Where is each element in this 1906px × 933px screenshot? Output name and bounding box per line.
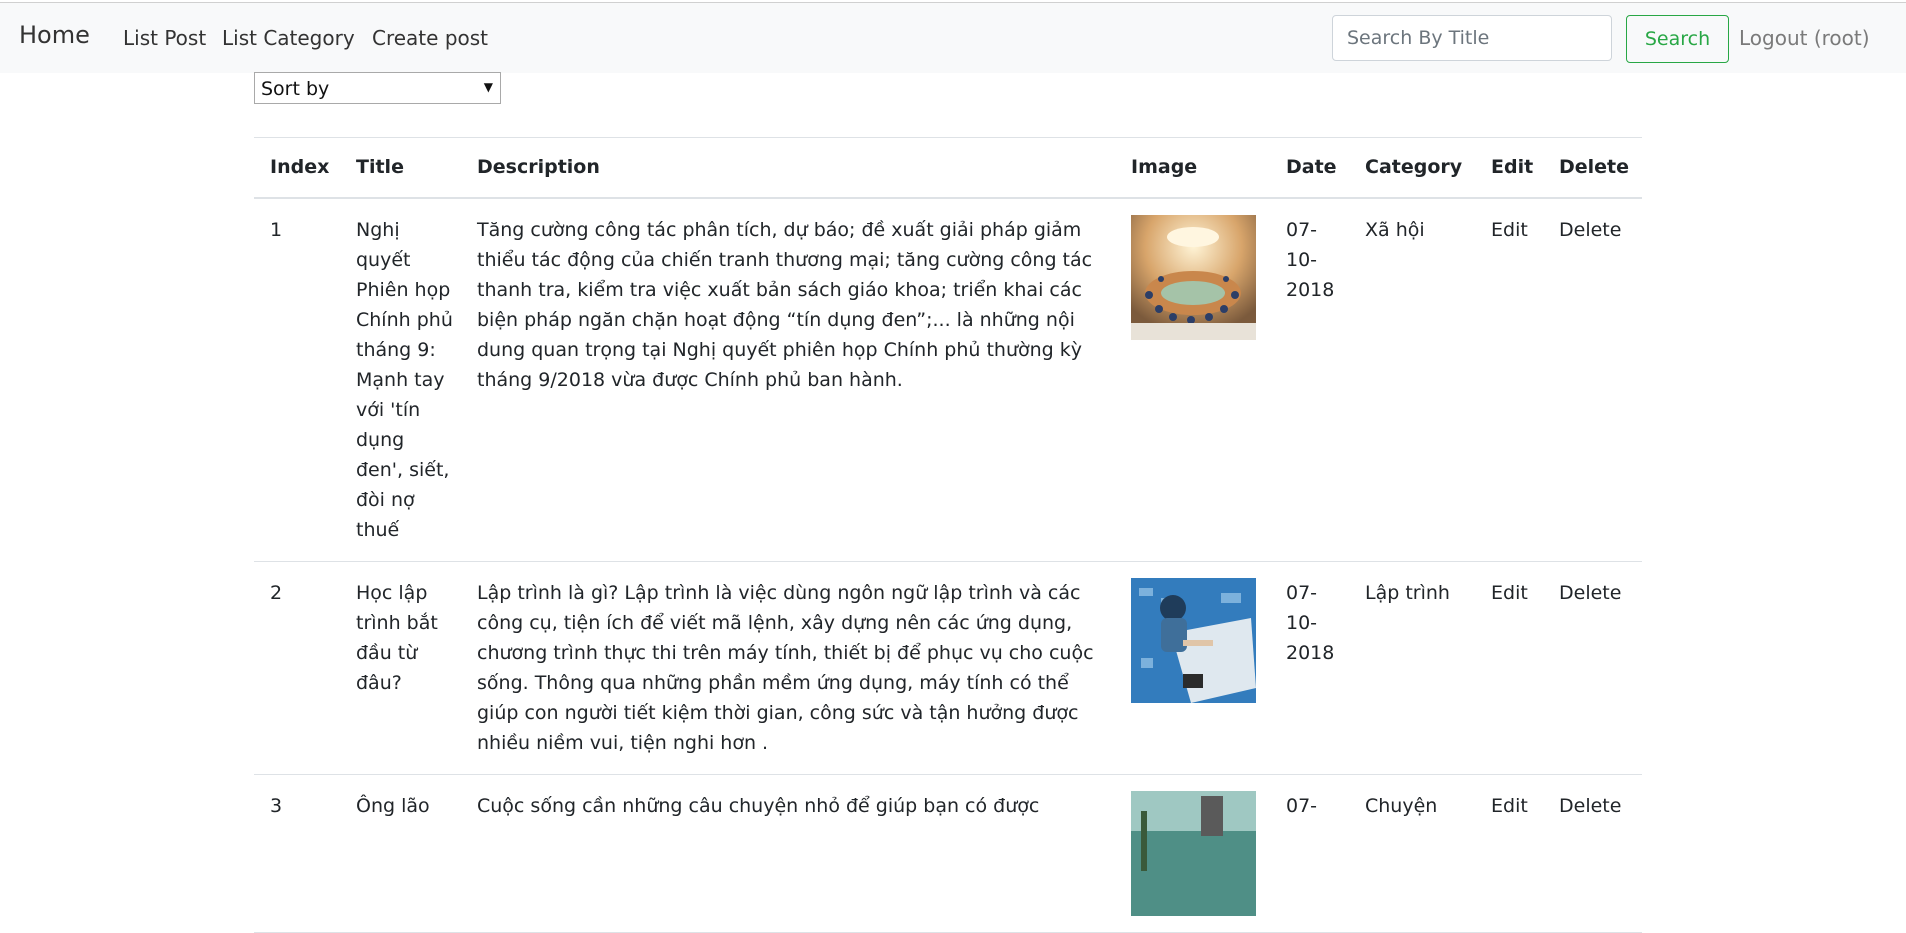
edit-link[interactable]: Edit <box>1475 774 1543 933</box>
header-index: Index <box>254 137 340 199</box>
posts-table: Index Title Description Image Date Categ… <box>254 137 1642 933</box>
row-index: 1 <box>254 197 340 562</box>
nav-link-list-category[interactable]: List Category <box>222 26 355 50</box>
table-row: 2 Học lập trình bắt đầu từ đâu? Lập trìn… <box>254 561 1642 775</box>
row-title: Học lập trình bắt đầu từ đâu? <box>340 561 461 775</box>
dropdown-arrow-icon: ▼ <box>483 80 493 94</box>
nav-link-list-post[interactable]: List Post <box>123 26 206 50</box>
row-description: Lập trình là gì? Lập trình là việc dùng … <box>461 561 1115 775</box>
beach-photo <box>1131 790 1256 916</box>
header-title: Title <box>340 137 461 199</box>
header-category: Category <box>1349 137 1475 199</box>
meeting-hall-photo <box>1131 214 1256 340</box>
row-description: Tăng cường công tác phân tích, dự báo; đ… <box>461 197 1115 562</box>
row-category: Lập trình <box>1349 561 1475 775</box>
row-title: Nghị quyết Phiên họp Chính phủ tháng 9: … <box>340 197 461 562</box>
table-header-row: Index Title Description Image Date Categ… <box>254 137 1642 199</box>
edit-link[interactable]: Edit <box>1475 197 1543 562</box>
nav-link-create-post[interactable]: Create post <box>372 26 488 50</box>
row-date: 07- <box>1270 774 1349 933</box>
row-description: Cuộc sống cần những câu chuyện nhỏ để gi… <box>461 774 1115 933</box>
delete-link[interactable]: Delete <box>1543 197 1642 562</box>
delete-link[interactable]: Delete <box>1543 774 1642 933</box>
row-date: 07-10-2018 <box>1270 561 1349 775</box>
header-description: Description <box>461 137 1115 199</box>
row-index: 3 <box>254 774 340 933</box>
delete-link[interactable]: Delete <box>1543 561 1642 775</box>
search-button[interactable]: Search <box>1626 15 1729 63</box>
header-edit: Edit <box>1475 137 1543 199</box>
programmer-desk-photo <box>1131 577 1256 703</box>
row-image-cell <box>1115 197 1270 562</box>
header-delete: Delete <box>1543 137 1642 199</box>
navbar: Home List Post List Category Create post… <box>0 2 1906 73</box>
home-link[interactable]: Home <box>19 21 90 49</box>
row-date: 07-10-2018 <box>1270 197 1349 562</box>
table-row: 1 Nghị quyết Phiên họp Chính phủ tháng 9… <box>254 197 1642 562</box>
header-image: Image <box>1115 137 1270 199</box>
row-category: Chuyện <box>1349 774 1475 933</box>
edit-link[interactable]: Edit <box>1475 561 1543 775</box>
row-title: Ông lão <box>340 774 461 933</box>
row-image-cell <box>1115 774 1270 933</box>
sort-select-label: Sort by <box>261 78 330 100</box>
search-input[interactable] <box>1332 15 1612 61</box>
sort-select[interactable]: Sort by ▼ <box>254 72 501 104</box>
row-category: Xã hội <box>1349 197 1475 562</box>
row-index: 2 <box>254 561 340 775</box>
row-image-cell <box>1115 561 1270 775</box>
logout-link[interactable]: Logout (root) <box>1739 26 1870 50</box>
header-date: Date <box>1270 137 1349 199</box>
table-row: 3 Ông lão Cuộc sống cần những câu chuyện… <box>254 774 1642 933</box>
